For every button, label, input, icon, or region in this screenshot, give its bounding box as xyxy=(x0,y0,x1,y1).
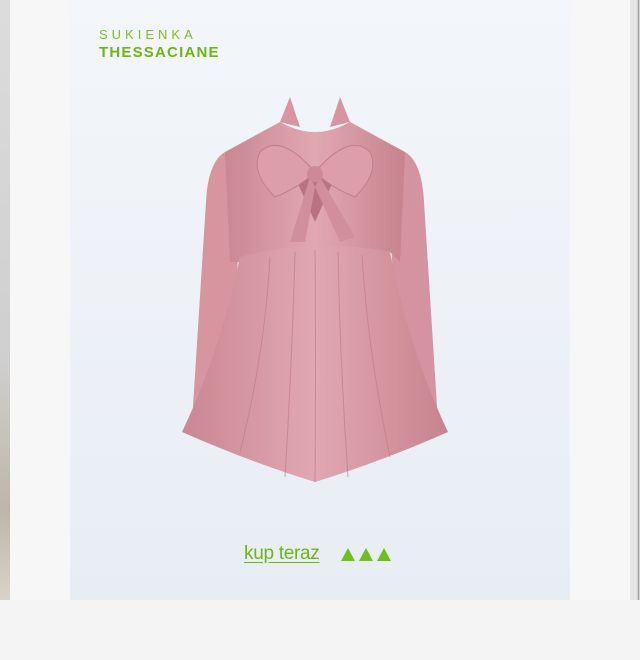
page-gutter-right xyxy=(570,0,630,600)
triangle-arrows xyxy=(341,547,392,561)
triangle-up-icon xyxy=(359,547,374,561)
triangle-up-icon xyxy=(341,547,356,561)
product-image[interactable] xyxy=(180,92,450,492)
product-name[interactable]: THESSACIANE xyxy=(99,44,220,61)
product-category: SUKIENKA xyxy=(99,27,197,42)
shop-now-link[interactable]: kup teraz xyxy=(244,543,320,565)
page-gutter-left xyxy=(10,0,70,600)
triangle-up-icon xyxy=(377,547,392,561)
adjacent-slide-right[interactable] xyxy=(630,0,640,600)
product-card: SUKIENKA THESSACIANE kup teraz xyxy=(70,0,570,600)
adjacent-slide-left[interactable] xyxy=(0,0,10,600)
shop-now-cta[interactable]: kup teraz xyxy=(244,540,392,568)
